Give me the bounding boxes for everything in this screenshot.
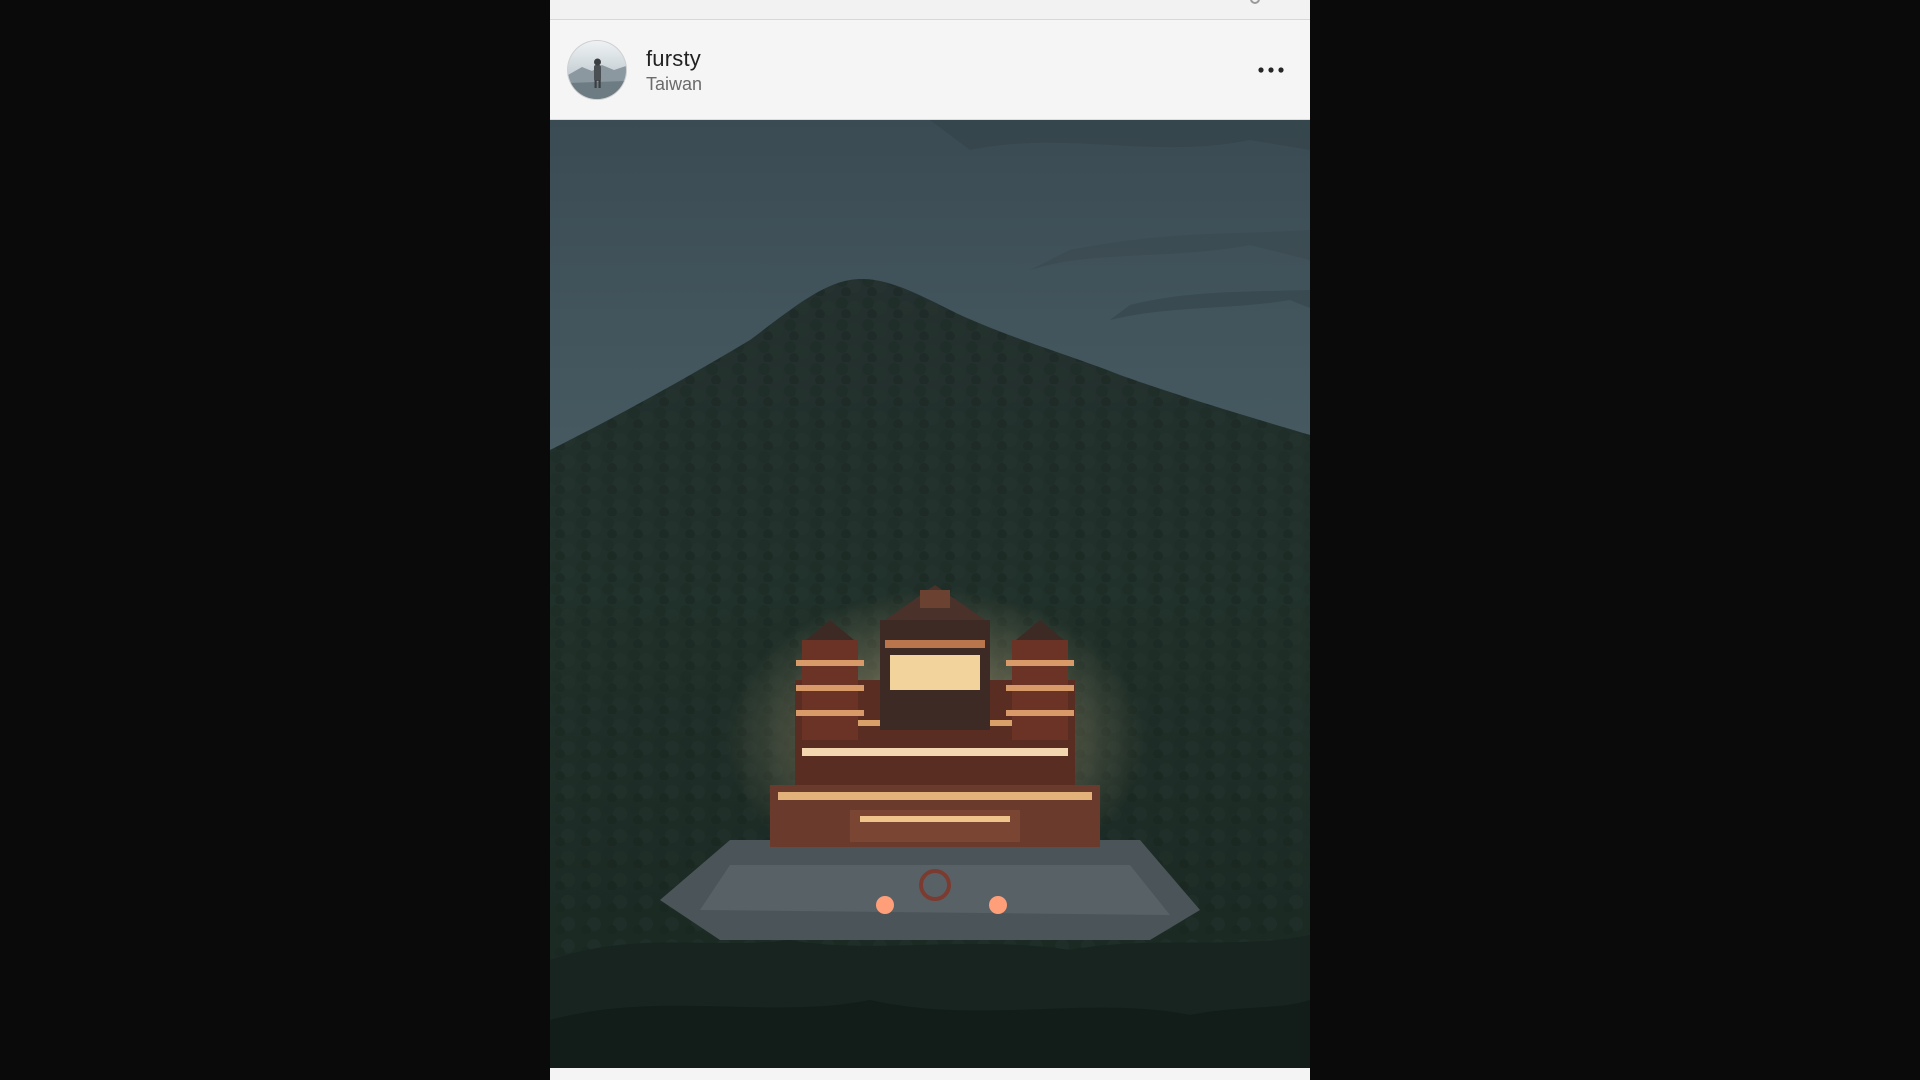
post-photo[interactable] [550, 120, 1310, 1068]
top-bar [550, 0, 1310, 20]
post-header: fursty Taiwan [550, 20, 1310, 120]
profile-photo-icon [568, 41, 626, 99]
location[interactable]: Taiwan [646, 74, 702, 95]
temple-mountain-photo [550, 120, 1310, 1068]
post-card: fursty Taiwan [550, 0, 1310, 1080]
avatar[interactable] [568, 41, 626, 99]
username[interactable]: fursty [646, 46, 701, 72]
bottom-bar [550, 1068, 1310, 1080]
more-options-button[interactable] [1254, 60, 1288, 80]
circle-icon [1250, 0, 1260, 4]
more-horizontal-icon [1258, 67, 1284, 73]
